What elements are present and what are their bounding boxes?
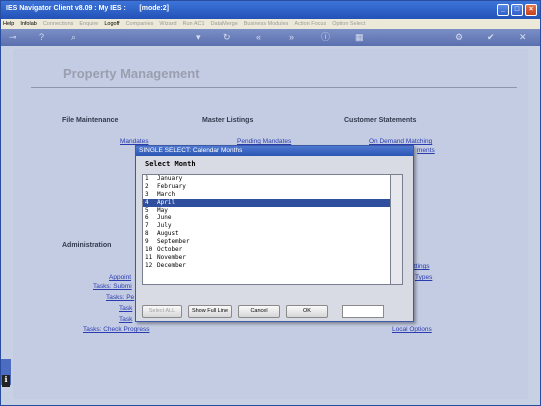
link-on-demand-matching[interactable]: On Demand Matching: [369, 138, 432, 145]
menu-bar: Help Infolab Connections Enquire Logoff …: [1, 19, 540, 29]
section-file-maintenance: File Maintenance: [62, 117, 119, 124]
help-icon[interactable]: ?: [39, 32, 44, 42]
link-tasks-check-progress[interactable]: Tasks: Check Progress: [83, 326, 149, 333]
forward-icon[interactable]: »: [289, 32, 294, 42]
link-local-options[interactable]: Local Options: [392, 326, 432, 333]
maximize-button[interactable]: □: [511, 4, 523, 16]
list-item-number: 7: [145, 222, 149, 230]
menu-business-modules[interactable]: Business Modules: [244, 21, 289, 27]
list-item-label: February: [157, 182, 186, 190]
menu-enquire[interactable]: Enquire: [79, 21, 98, 27]
close-icon[interactable]: ✕: [519, 32, 527, 42]
list-item-number: 3: [145, 190, 149, 198]
list-item[interactable]: 2 February: [143, 183, 390, 191]
grid-icon[interactable]: ▦: [355, 32, 364, 42]
link-pending-mandates[interactable]: Pending Mandates: [237, 138, 291, 145]
list-item-label: May: [157, 206, 168, 214]
dialog-title[interactable]: SINGLE SELECT: Calendar Months: [136, 146, 413, 156]
title-bar[interactable]: IES Navigator Client v8.09 : My IES : [m…: [1, 1, 540, 19]
menu-datamerge[interactable]: DataMerge: [211, 21, 238, 27]
info-icon[interactable]: ⓘ: [321, 32, 330, 42]
link-statements[interactable]: ments: [417, 147, 435, 154]
list-item-number: 2: [145, 182, 149, 190]
list-item[interactable]: 6 June: [143, 214, 390, 222]
list-item-number: 11: [145, 253, 153, 261]
window-title: IES Navigator Client v8.09 : My IES : [m…: [6, 5, 169, 12]
minimize-button[interactable]: _: [497, 4, 509, 16]
list-item-number: 10: [145, 246, 153, 254]
title-divider: [31, 87, 517, 88]
menu-wizard[interactable]: Wizard: [159, 21, 176, 27]
list-item[interactable]: 12 December: [143, 262, 390, 270]
list-item-label: October: [157, 246, 183, 254]
refresh-icon[interactable]: ↻: [223, 32, 231, 42]
link-tasks-submit[interactable]: Tasks: Submi: [93, 283, 132, 290]
link-tasks-b[interactable]: Task: [119, 316, 132, 323]
list-item-number: 4: [145, 198, 149, 206]
month-listbox[interactable]: 1 January 2 February 3 March 4 April 5 May 6 June 7 J…: [142, 174, 391, 285]
app-window: IES Navigator Client v8.09 : My IES : [m…: [0, 0, 541, 406]
list-item[interactable]: 8 August: [143, 230, 390, 238]
cancel-button[interactable]: Cancel: [238, 305, 280, 318]
list-item[interactable]: 5 May: [143, 207, 390, 215]
key-icon[interactable]: ⊸: [9, 32, 17, 42]
list-item[interactable]: 7 July: [143, 222, 390, 230]
list-item-label: March: [157, 190, 176, 198]
ok-button[interactable]: OK: [286, 305, 328, 318]
arrow-down-icon[interactable]: ▾: [196, 32, 201, 42]
dialog-input-field[interactable]: [342, 305, 384, 318]
link-mandates[interactable]: Mandates: [120, 138, 149, 145]
menu-connections[interactable]: Connections: [43, 21, 74, 27]
side-strip-icon: ℹ: [2, 375, 10, 387]
list-item-number: 8: [145, 230, 149, 238]
menu-option-select[interactable]: Option Select: [332, 21, 365, 27]
list-item[interactable]: 11 November: [143, 254, 390, 262]
close-button[interactable]: ×: [525, 4, 537, 16]
list-item[interactable]: 3 March: [143, 191, 390, 199]
menu-companies[interactable]: Companies: [126, 21, 154, 27]
list-item-number: 6: [145, 214, 149, 222]
link-types[interactable]: Types: [415, 274, 432, 281]
list-item-label: June: [157, 214, 172, 222]
list-item-number: 12: [145, 261, 153, 269]
list-item-number: 5: [145, 206, 149, 214]
menu-help[interactable]: Help: [3, 21, 14, 27]
menu-logoff[interactable]: Logoff: [104, 21, 119, 27]
list-item-number: 1: [145, 175, 149, 182]
section-master-listings: Master Listings: [202, 117, 254, 124]
toolbar: ⊸ ? ⌕ ▾ ↻ « » ⓘ ▦ ⚙ ✔ ✕: [1, 29, 540, 46]
settings-icon[interactable]: ⚙: [455, 32, 463, 42]
list-item-label: April: [157, 198, 176, 206]
page-title: Property Management: [63, 66, 200, 81]
link-settings[interactable]: ttings: [414, 263, 430, 270]
list-item-number: 9: [145, 238, 149, 246]
link-tasks-pe[interactable]: Tasks: Pe: [106, 294, 134, 301]
list-item-label: January: [157, 175, 183, 182]
menu-infolab[interactable]: Infolab: [20, 21, 37, 27]
single-select-dialog: SINGLE SELECT: Calendar Months Select Mo…: [135, 145, 414, 322]
check-icon[interactable]: ✔: [487, 32, 495, 42]
section-administration: Administration: [62, 242, 112, 249]
list-item[interactable]: 4 April: [143, 198, 390, 207]
link-tasks-a[interactable]: Task: [119, 305, 132, 312]
show-full-line-button[interactable]: Show Full Line: [188, 305, 232, 318]
menu-action-focus[interactable]: Action Focus: [294, 21, 326, 27]
select-all-button[interactable]: Select ALL: [142, 305, 182, 318]
link-appointments[interactable]: Appoint: [109, 274, 131, 281]
search-icon[interactable]: ⌕: [71, 32, 76, 42]
list-item-label: July: [157, 222, 172, 230]
list-item-label: December: [157, 261, 186, 269]
section-customer-statements: Customer Statements: [344, 117, 417, 124]
list-item-label: September: [157, 238, 190, 246]
list-item-label: August: [157, 230, 179, 238]
dialog-heading: Select Month: [145, 160, 196, 168]
list-item[interactable]: 1 January: [143, 175, 390, 183]
menu-run-ac1[interactable]: Run AC1: [183, 21, 205, 27]
listbox-scrollbar[interactable]: [391, 174, 403, 285]
back-icon[interactable]: «: [256, 32, 261, 42]
list-item-label: November: [157, 253, 186, 261]
list-item[interactable]: 10 October: [143, 246, 390, 254]
list-item[interactable]: 9 September: [143, 238, 390, 246]
